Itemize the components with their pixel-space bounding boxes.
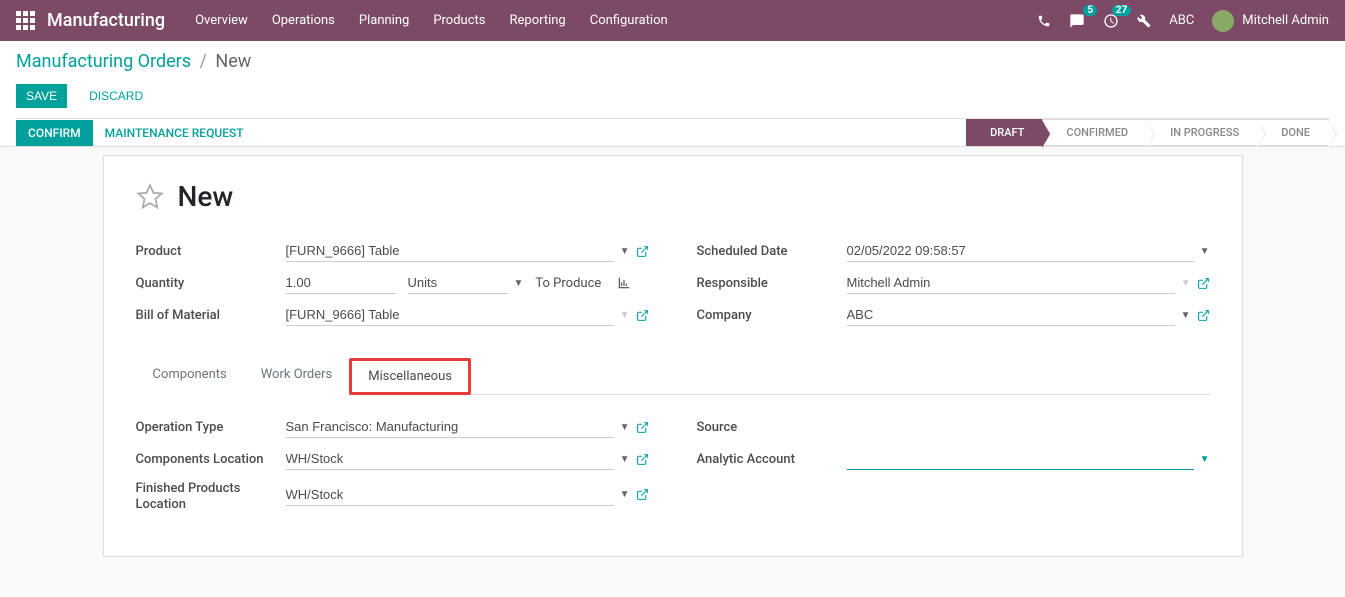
stage-confirmed[interactable]: Confirmed — [1042, 119, 1146, 146]
caret-down-icon[interactable]: ▼ — [620, 489, 630, 500]
nav-menu-configuration[interactable]: Configuration — [590, 13, 668, 28]
scheduled-date-label: Scheduled Date — [697, 244, 847, 259]
nav-menu-planning[interactable]: Planning — [359, 13, 409, 28]
user-name: Mitchell Admin — [1242, 13, 1329, 28]
operation-type-label: Operation Type — [136, 420, 286, 435]
form-container: New Product ▼ Quantity — [0, 155, 1345, 597]
apps-launcher-icon[interactable] — [16, 11, 35, 30]
bom-input[interactable] — [286, 304, 614, 326]
confirm-button[interactable]: Confirm — [16, 120, 93, 146]
responsible-input[interactable] — [847, 272, 1175, 294]
breadcrumb: Manufacturing Orders / New — [16, 51, 1329, 72]
avatar-icon — [1212, 10, 1234, 32]
maintenance-request-button[interactable]: Maintenance Request — [93, 120, 256, 146]
external-link-icon[interactable] — [636, 488, 649, 501]
control-panel: Manufacturing Orders / New Save Discard … — [0, 41, 1345, 147]
forecast-graph-icon[interactable] — [617, 276, 631, 290]
external-link-icon[interactable] — [1197, 309, 1210, 322]
breadcrumb-sep: / — [200, 51, 207, 72]
finished-products-location-input[interactable] — [286, 484, 614, 506]
nav-right: 5 27 ABC Mitchell Admin — [1037, 10, 1329, 32]
caret-down-icon[interactable]: ▼ — [1200, 454, 1210, 465]
chat-icon[interactable]: 5 — [1069, 13, 1085, 29]
quantity-units-input[interactable] — [408, 272, 508, 294]
caret-down-icon[interactable]: ▼ — [620, 422, 630, 433]
nav-menu: Overview Operations Planning Products Re… — [195, 13, 1037, 28]
product-label: Product — [136, 244, 286, 259]
breadcrumb-parent[interactable]: Manufacturing Orders — [16, 51, 191, 72]
components-location-label: Components Location — [136, 452, 286, 467]
save-button[interactable]: Save — [16, 84, 67, 108]
status-left: Confirm Maintenance Request — [16, 120, 256, 146]
tab-miscellaneous[interactable]: Miscellaneous — [349, 358, 471, 395]
form-tabs: Components Work Orders Miscellaneous — [136, 357, 1210, 395]
caret-down-icon[interactable]: ▼ — [1200, 246, 1210, 257]
caret-down-icon[interactable]: ▼ — [620, 246, 630, 257]
form-col-left: Product ▼ Quantity ▼ To — [136, 237, 649, 333]
stage-done[interactable]: Done — [1257, 119, 1329, 146]
page-title: New — [178, 180, 234, 213]
caret-down-icon[interactable]: ▼ — [1181, 278, 1191, 289]
misc-col-right: Source Analytic Account ▼ — [697, 413, 1210, 516]
external-link-icon[interactable] — [636, 421, 649, 434]
company-label: Company — [697, 308, 847, 323]
external-link-icon[interactable] — [636, 453, 649, 466]
misc-col-left: Operation Type ▼ Components Location ▼ — [136, 413, 649, 516]
status-bar: Confirm Maintenance Request Draft Confir… — [16, 118, 1329, 146]
favorite-star-icon[interactable] — [136, 183, 164, 211]
nav-menu-overview[interactable]: Overview — [195, 13, 248, 28]
nav-menu-products[interactable]: Products — [433, 13, 485, 28]
phone-icon[interactable] — [1037, 14, 1051, 28]
scheduled-date-input[interactable] — [847, 240, 1194, 262]
form-col-right: Scheduled Date ▼ Responsible ▼ — [697, 237, 1210, 333]
status-stages: Draft Confirmed In Progress Done — [966, 119, 1329, 146]
form-title-row: New — [136, 180, 1210, 213]
activity-badge: 27 — [1112, 5, 1131, 16]
breadcrumb-current: New — [215, 51, 251, 72]
quantity-suffix: To Produce — [529, 276, 601, 291]
caret-down-icon[interactable]: ▼ — [620, 454, 630, 465]
nav-menu-operations[interactable]: Operations — [272, 13, 335, 28]
caret-down-icon[interactable]: ▼ — [620, 310, 630, 321]
chat-badge: 5 — [1083, 5, 1097, 16]
external-link-icon[interactable] — [636, 245, 649, 258]
components-location-input[interactable] — [286, 448, 614, 470]
company-switcher[interactable]: ABC — [1169, 13, 1194, 28]
operation-type-input[interactable] — [286, 416, 614, 438]
product-input[interactable] — [286, 240, 614, 262]
form-sheet: New Product ▼ Quantity — [103, 155, 1243, 557]
finished-products-location-label: Finished Products Location — [136, 477, 286, 512]
external-link-icon[interactable] — [636, 309, 649, 322]
bom-label: Bill of Material — [136, 308, 286, 323]
quantity-input[interactable] — [286, 272, 396, 294]
misc-tab-content: Operation Type ▼ Components Location ▼ — [136, 413, 1210, 516]
responsible-label: Responsible — [697, 276, 847, 291]
caret-down-icon[interactable]: ▼ — [1181, 310, 1191, 321]
tab-components[interactable]: Components — [136, 358, 244, 395]
analytic-account-input[interactable] — [847, 448, 1194, 470]
activity-icon[interactable]: 27 — [1103, 13, 1119, 29]
form-grid-top: Product ▼ Quantity ▼ To — [136, 237, 1210, 333]
tools-icon[interactable] — [1137, 14, 1151, 28]
source-label: Source — [697, 420, 847, 435]
app-brand[interactable]: Manufacturing — [47, 10, 165, 31]
user-menu[interactable]: Mitchell Admin — [1212, 10, 1329, 32]
external-link-icon[interactable] — [1197, 277, 1210, 290]
nav-menu-reporting[interactable]: Reporting — [510, 13, 566, 28]
stage-in-progress[interactable]: In Progress — [1146, 119, 1257, 146]
tab-work-orders[interactable]: Work Orders — [244, 358, 350, 395]
stage-draft[interactable]: Draft — [966, 119, 1042, 146]
caret-down-icon[interactable]: ▼ — [514, 278, 524, 289]
top-navbar: Manufacturing Overview Operations Planni… — [0, 0, 1345, 41]
company-input[interactable] — [847, 304, 1175, 326]
quantity-label: Quantity — [136, 276, 286, 291]
cp-buttons: Save Discard — [16, 84, 1329, 108]
discard-button[interactable]: Discard — [79, 84, 153, 108]
analytic-account-label: Analytic Account — [697, 452, 847, 467]
